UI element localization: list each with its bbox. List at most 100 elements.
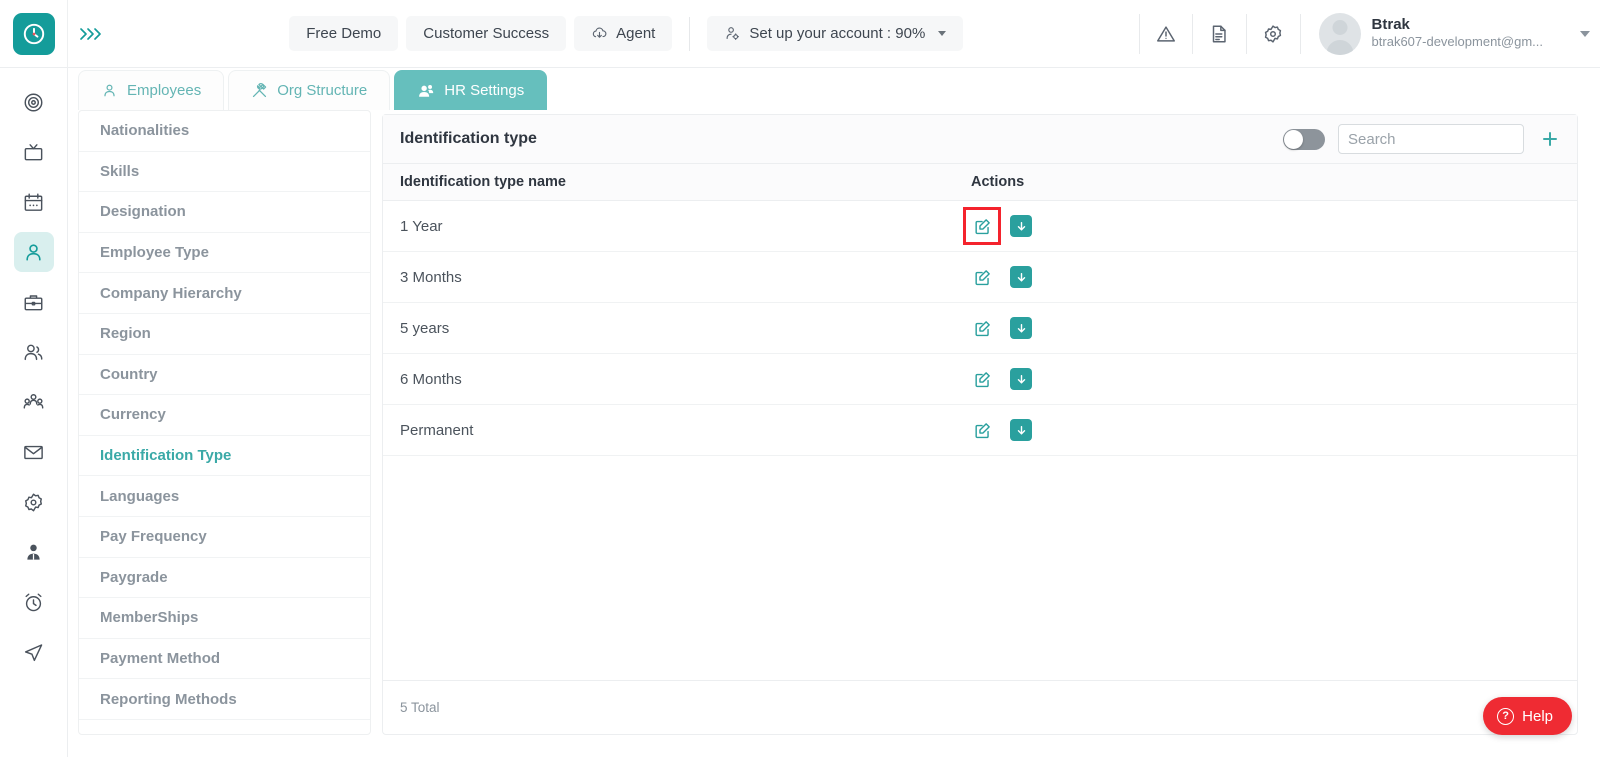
row-actions	[971, 419, 1032, 441]
sidebar-item-designation[interactable]: Designation	[79, 192, 370, 233]
customer-success-button[interactable]: Customer Success	[406, 16, 567, 51]
user-name: Btrak	[1371, 15, 1410, 33]
table-footer: 5 Total	[383, 680, 1577, 734]
header-divider	[689, 16, 691, 51]
row-name: 1 Year	[400, 217, 443, 235]
sidebar-item-pay-frequency[interactable]: Pay Frequency	[79, 517, 370, 558]
clock-icon	[12, 12, 55, 55]
table-row[interactable]: 6 Months	[383, 354, 1577, 405]
sidebar-item-skills[interactable]: Skills	[79, 152, 370, 193]
sidebar-item-payment-method[interactable]: Payment Method	[79, 639, 370, 680]
rail-item-tv[interactable]	[14, 132, 54, 172]
hr-settings-list: Nationalities Skills Designation Employe…	[78, 110, 371, 735]
sidebar-item-label: Skills	[100, 162, 140, 180]
sidebar-item-paygrade[interactable]: Paygrade	[79, 558, 370, 599]
rail-item-users[interactable]	[14, 332, 54, 372]
page-title: Identification type	[400, 130, 537, 147]
table-body: 1 Year 3 Months 5 years 6 Months Permane…	[383, 201, 1577, 680]
sidebar-item-identification-type[interactable]: Identification Type	[79, 436, 370, 477]
toggle-knob	[1284, 129, 1303, 149]
logo[interactable]	[0, 0, 68, 68]
sidebar-item-label: Country	[100, 365, 158, 383]
rail-item-team[interactable]	[14, 382, 54, 422]
delete-icon[interactable]	[1010, 368, 1032, 390]
row-name: 5 years	[400, 319, 450, 337]
add-button[interactable]	[1537, 126, 1563, 152]
rail-item-person[interactable]	[13, 232, 54, 272]
sidebar-item-employee-type[interactable]: Employee Type	[79, 233, 370, 274]
help-button[interactable]: ? Help	[1483, 697, 1572, 735]
edit-icon[interactable]	[971, 266, 993, 288]
top-header: Free Demo Customer Success Agent Set up …	[0, 0, 1600, 68]
rail-item-briefcase[interactable]	[14, 282, 54, 322]
table-row[interactable]: Permanent	[383, 405, 1577, 456]
rail-item-send[interactable]	[14, 632, 54, 672]
rail-item-alarm-clock[interactable]	[14, 582, 54, 622]
delete-icon[interactable]	[1010, 317, 1032, 339]
rail-item-calendar[interactable]	[14, 182, 54, 222]
rail-item-target[interactable]	[14, 82, 54, 122]
sidebar-item-label: Identification Type	[100, 447, 232, 465]
gear-icon[interactable]	[1247, 13, 1301, 54]
table-row[interactable]: 5 years	[383, 303, 1577, 354]
sidebar-item-languages[interactable]: Languages	[79, 476, 370, 517]
document-icon[interactable]	[1193, 13, 1247, 54]
table-row[interactable]: 3 Months	[383, 252, 1577, 303]
people-icon	[417, 82, 435, 100]
edit-icon[interactable]	[971, 419, 993, 441]
sidebar-item-company-hierarchy[interactable]: Company Hierarchy	[79, 273, 370, 314]
sidebar-item-country[interactable]: Country	[79, 355, 370, 396]
question-circle-icon: ?	[1497, 707, 1515, 725]
tools-icon	[251, 82, 268, 99]
sidebar-item-label: Employee Type	[100, 244, 209, 262]
sidebar-item-nationalities[interactable]: Nationalities	[79, 111, 370, 152]
sidebar-expander-icon[interactable]	[68, 0, 114, 68]
sidebar-item-label: Payment Method	[100, 650, 221, 668]
header-icon-group	[1138, 13, 1301, 54]
user-menu[interactable]: Btrak btrak607-development@gm...	[1301, 12, 1600, 55]
search-input[interactable]	[1338, 124, 1524, 154]
free-demo-button[interactable]: Free Demo	[289, 16, 399, 51]
column-header-actions: Actions	[971, 174, 1025, 190]
edit-icon[interactable]	[971, 317, 993, 339]
panel-header: Identification type	[383, 115, 1577, 164]
tab-hr-settings-label: HR Settings	[444, 82, 525, 99]
delete-icon[interactable]	[1010, 215, 1032, 237]
tab-org-structure[interactable]: Org Structure	[228, 70, 391, 110]
edit-icon[interactable]	[963, 207, 1001, 245]
free-demo-label: Free Demo	[306, 25, 382, 42]
left-icon-rail	[0, 68, 68, 757]
sidebar-item-label: Languages	[100, 487, 180, 505]
status-toggle[interactable]	[1283, 128, 1325, 150]
delete-icon[interactable]	[1010, 419, 1032, 441]
sidebar-item-currency[interactable]: Currency	[79, 395, 370, 436]
sidebar-item-memberships[interactable]: MemberShips	[79, 598, 370, 639]
tab-hr-settings[interactable]: HR Settings	[394, 70, 548, 110]
setup-account-button[interactable]: Set up your account : 90%	[707, 16, 964, 51]
tab-employees[interactable]: Employees	[78, 70, 225, 110]
table-row[interactable]: 1 Year	[383, 201, 1577, 252]
row-actions	[971, 266, 1032, 288]
setup-account-label: Set up your account : 90%	[749, 25, 926, 42]
user-email: btrak607-development@gm...	[1371, 34, 1543, 50]
row-actions	[971, 317, 1032, 339]
rail-item-mail[interactable]	[14, 432, 54, 472]
edit-icon[interactable]	[971, 368, 993, 390]
warning-triangle-icon[interactable]	[1138, 13, 1193, 54]
sidebar-item-region[interactable]: Region	[79, 314, 370, 355]
main-tabs: Employees Org Structure HR Settings	[78, 70, 548, 110]
delete-icon[interactable]	[1010, 266, 1032, 288]
sidebar-item-label: Paygrade	[100, 568, 168, 586]
cloud-download-icon	[591, 25, 608, 42]
row-name: 3 Months	[400, 268, 462, 286]
rail-item-profile[interactable]	[14, 532, 54, 572]
sidebar-item-label: Currency	[100, 406, 166, 424]
rail-item-settings[interactable]	[14, 482, 54, 522]
sidebar-item-reporting-methods[interactable]: Reporting Methods	[79, 679, 370, 720]
customer-success-label: Customer Success	[423, 25, 550, 42]
sidebar-item-label: Designation	[100, 203, 186, 221]
sidebar-item-label: Region	[100, 325, 151, 343]
header-nav: Free Demo Customer Success Agent Set up …	[114, 16, 1139, 51]
agent-button[interactable]: Agent	[574, 16, 673, 51]
chevron-down-icon[interactable]	[1580, 30, 1590, 37]
